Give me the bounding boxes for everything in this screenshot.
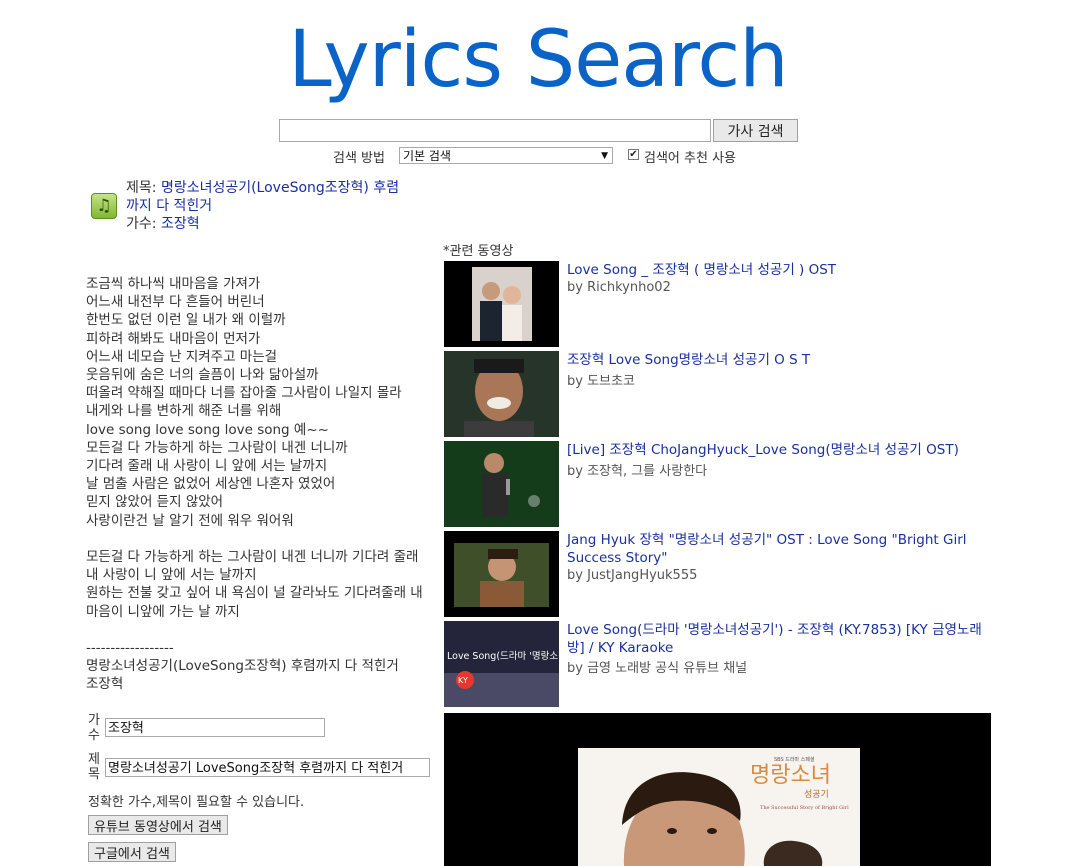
song-title-link[interactable]: 명랑소녀성공기(LoveSong조장혁) 후렴	[161, 180, 399, 196]
video-author: by 조장혁, 그를 사랑한다	[567, 464, 708, 479]
song-title-link-2[interactable]: 까지 다 적힌거	[126, 198, 212, 214]
suggest-checkbox[interactable]: ✔	[628, 149, 639, 160]
video-thumbnail[interactable]: Love Song(드라마 '명랑소녀성공기') KY	[444, 621, 559, 707]
lyrics-text: 조금씩 하나씩 내마음을 가져가 어느새 내전부 다 흔들어 버린너 한번도 없…	[86, 276, 423, 693]
video-title-link[interactable]: 조장혁 Love Song명랑소녀 성공기 O S T	[567, 351, 987, 369]
video-thumbnail[interactable]	[444, 441, 559, 527]
video-thumbnail[interactable]	[444, 261, 559, 347]
song-artist-link[interactable]: 조장혁	[161, 216, 200, 232]
video-author: by Richkynho02	[567, 280, 671, 295]
search-method-label: 검색 방법	[333, 151, 385, 166]
poster-tagline: The Successful Story of Bright Girl	[760, 805, 849, 811]
site-logo[interactable]: Lyrics Search	[0, 14, 1076, 106]
poster-subtitle: 성공기	[804, 789, 829, 800]
poster-title: 명랑소녀	[750, 763, 831, 788]
refine-note: 정확한 가수,제목이 필요할 수 있습니다.	[88, 795, 305, 810]
song-title-label: 제목:	[126, 180, 157, 196]
video-thumbnail[interactable]	[444, 351, 559, 437]
poster-network: SBS 드라마 스페셜	[774, 756, 815, 763]
related-videos-label: *관련 동영상	[443, 244, 514, 259]
suggest-label: 검색어 추천 사용	[644, 151, 736, 166]
song-artist-line: 가수: 조장혁	[126, 215, 200, 233]
video-title-link[interactable]: [Live] 조장혁 ChoJangHyuck_Love Song(명랑소녀 성…	[567, 441, 987, 459]
lyrics-search-input[interactable]	[279, 119, 711, 142]
video-title-link[interactable]: Jang Hyuk 장혁 "명랑소녀 성공기" OST : Love Song …	[567, 531, 987, 567]
video-author: by JustJangHyuk555	[567, 568, 698, 583]
refine-title-input[interactable]: 명랑소녀성공기 LoveSong조장혁 후렴까지 다 적힌거	[105, 758, 430, 777]
song-artist-label: 가수:	[126, 216, 157, 232]
google-search-button[interactable]: 구글에서 검색	[88, 842, 176, 862]
video-player[interactable]: SBS 드라마 스페셜 명랑소녀 성공기 The Successful Stor…	[444, 713, 991, 866]
thumb-caption: Love Song(드라마 '명랑소녀성공기')	[447, 650, 559, 662]
video-title-link[interactable]: Love Song _ 조장혁 ( 명랑소녀 성공기 ) OST	[567, 261, 987, 279]
video-title-link[interactable]: Love Song(드라마 '명랑소녀성공기') - 조장혁 (KY.7853)…	[567, 621, 987, 657]
refine-artist-input[interactable]: 조장혁	[105, 718, 325, 737]
video-thumbnail[interactable]	[444, 531, 559, 617]
lyrics-search-button[interactable]: 가사 검색	[713, 119, 798, 142]
video-author: by 도브초코	[567, 374, 635, 389]
dropdown-arrow-icon: ▼	[601, 151, 608, 161]
music-file-icon: ♫	[91, 193, 117, 219]
refine-artist-label: 가수	[88, 713, 100, 743]
search-method-select[interactable]: 기본 검색 ▼	[399, 147, 613, 164]
song-title-line: 제목: 명랑소녀성공기(LoveSong조장혁) 후렴	[126, 179, 399, 197]
youtube-search-button[interactable]: 유튜브 동영상에서 검색	[88, 815, 228, 835]
ky-badge: KY	[458, 676, 468, 685]
video-author: by 금영 노래방 공식 유튜브 채널	[567, 661, 748, 676]
search-method-value: 기본 검색	[403, 149, 451, 163]
song-title-line-2: 까지 다 적힌거	[126, 197, 212, 215]
refine-title-label: 제목	[88, 752, 100, 782]
